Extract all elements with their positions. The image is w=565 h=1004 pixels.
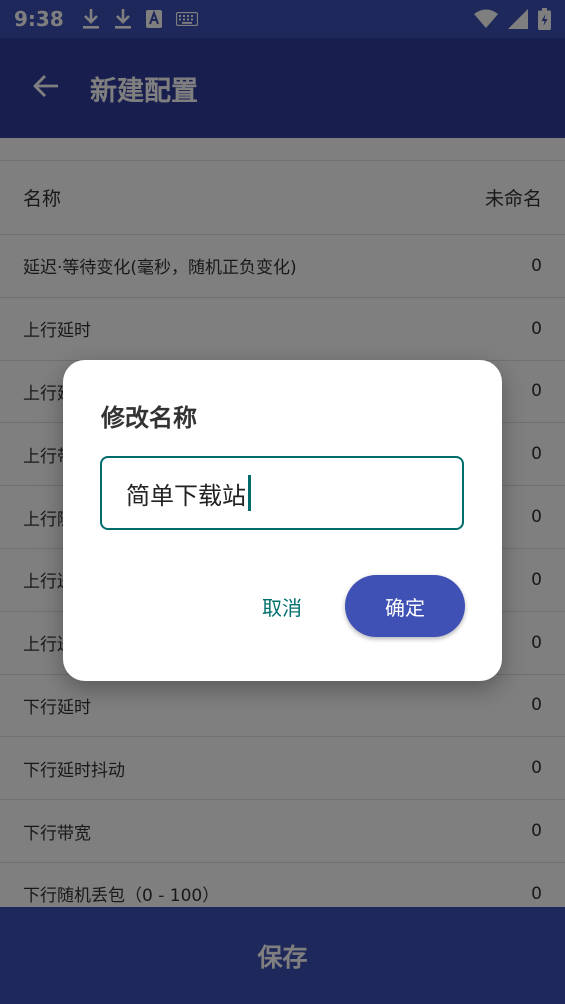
dialog-title: 修改名称 [101,404,197,432]
text-caret [248,475,251,511]
cancel-button[interactable]: 取消 [239,575,325,637]
name-input-value: 简单下载站 [126,481,246,510]
confirm-button[interactable]: 确定 [345,575,465,637]
rename-dialog: 修改名称 简单下载站 取消 确定 [63,360,502,681]
name-input[interactable]: 简单下载站 [100,456,464,530]
